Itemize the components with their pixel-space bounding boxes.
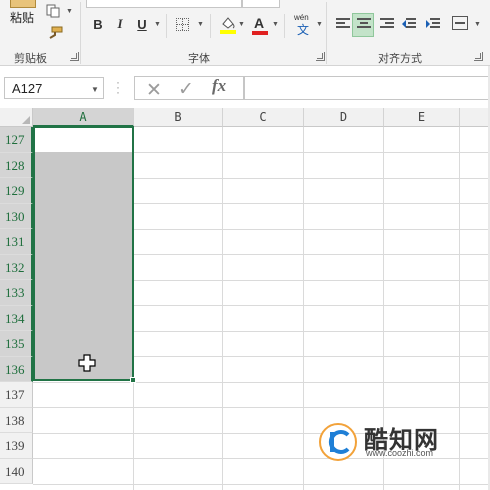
gridline [33,382,490,383]
fill-color-dropdown-icon[interactable]: ▼ [238,21,245,28]
font-color-bar [252,31,268,35]
copy-dropdown-icon[interactable]: ▼ [66,8,73,15]
watermark-url: www.coozhi.com [366,448,434,458]
row-header-139[interactable]: 139 [0,433,33,459]
clipboard-launcher-icon[interactable] [70,52,79,61]
phonetic-guide-icon[interactable]: wén 文 [294,13,314,37]
font-name-input[interactable] [86,0,242,8]
alignment-launcher-icon[interactable] [474,52,483,61]
phonetic-dropdown-icon[interactable]: ▼ [316,21,323,28]
align-center-icon[interactable] [357,18,371,30]
gridline [303,127,304,490]
row-header-131[interactable]: 131 [0,229,33,255]
gridline [222,127,223,490]
row-header-134[interactable]: 134 [0,305,33,331]
font-color-letter: A [254,15,265,31]
column-header-f[interactable] [460,108,490,127]
row-header-127[interactable]: 127 [0,127,33,153]
font-color-dropdown-icon[interactable]: ▼ [272,21,279,28]
merge-center-icon[interactable] [452,16,468,30]
fill-handle[interactable] [130,377,136,383]
row-header-135[interactable]: 135 [0,331,33,357]
divider [166,14,167,38]
row-header-140[interactable]: 140 [0,458,33,484]
row-header-130[interactable]: 130 [0,203,33,229]
selection-border [33,126,134,381]
row-header-137[interactable]: 137 [0,382,33,408]
insert-function-icon[interactable]: fx [212,76,226,96]
phonetic-char: 文 [297,23,310,37]
underline-dropdown-icon[interactable]: ▼ [154,21,161,28]
cell-cursor-icon [78,354,96,372]
decrease-indent-icon[interactable] [402,18,416,30]
clipboard-group-label: 剪贴板 [14,53,47,65]
divider [210,14,211,38]
column-header-d[interactable]: D [304,108,384,127]
align-left-icon[interactable] [336,18,350,30]
gridline [33,484,490,485]
watermark-logo-icon [318,422,358,462]
name-box[interactable]: A127 [4,77,104,99]
italic-button[interactable]: I [112,14,128,34]
border-dropdown-icon[interactable]: ▼ [197,21,204,28]
font-group-label: 字体 [188,53,210,65]
column-header-e[interactable]: E [384,108,460,127]
select-all-button[interactable] [0,108,33,127]
gridline [33,407,490,408]
font-color-icon[interactable]: A [252,15,270,35]
ribbon: 粘贴 ▼ 剪贴板 B I U ▼ ▼ ▼ A ▼ wén 文 ▼ 字体 ▼ 对齐… [0,0,490,66]
paste-icon[interactable] [10,0,36,8]
column-header-a[interactable]: A [33,108,134,127]
fill-color-icon[interactable] [220,15,236,35]
alignment-group-label: 对齐方式 [378,53,422,65]
formula-bar-grip-icon[interactable]: · · · [116,76,120,98]
merge-dropdown-icon[interactable]: ▼ [474,21,481,28]
enter-icon[interactable]: ✓ [178,78,194,101]
font-size-input[interactable] [242,0,280,8]
border-icon[interactable] [176,18,189,31]
column-header-c[interactable]: C [223,108,304,127]
group-divider [80,2,81,64]
font-launcher-icon[interactable] [316,52,325,61]
formula-input[interactable] [244,76,490,100]
row-header-129[interactable]: 129 [0,178,33,204]
increase-indent-icon[interactable] [426,18,440,30]
row-header-136[interactable]: 136 [0,356,33,382]
bold-button[interactable]: B [90,14,106,34]
row-header-138[interactable]: 138 [0,407,33,433]
paste-button-label[interactable]: 粘贴 [10,9,34,26]
row-header-132[interactable]: 132 [0,254,33,280]
group-divider [326,2,327,64]
gridline [459,127,460,490]
format-painter-icon[interactable] [46,26,64,40]
divider [284,14,285,38]
row-header-133[interactable]: 133 [0,280,33,306]
column-header-b[interactable]: B [134,108,223,127]
align-right-icon[interactable] [380,18,394,30]
cancel-icon[interactable]: ✕ [146,79,162,102]
gridline [33,458,490,459]
underline-button[interactable]: U [134,14,150,34]
copy-icon[interactable] [46,4,60,18]
row-header-128[interactable]: 128 [0,152,33,178]
name-box-dropdown-icon[interactable]: ▼ [91,85,99,94]
